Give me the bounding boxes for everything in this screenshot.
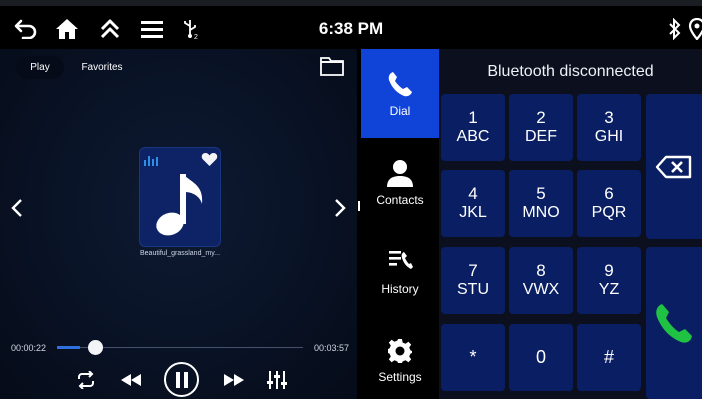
- duration-time: 00:03:57: [314, 343, 350, 353]
- favorite-heart-icon[interactable]: [201, 152, 218, 167]
- dial-key-letters: JKL: [459, 204, 487, 221]
- nav-history[interactable]: History: [361, 227, 439, 316]
- progress-bar[interactable]: [57, 340, 303, 355]
- gear-icon: [388, 338, 412, 363]
- call-history-icon: [389, 250, 413, 269]
- bluetooth-status: Bluetooth disconnected: [487, 63, 654, 80]
- elapsed-time: 00:00:22: [11, 343, 47, 353]
- status-bar: 2 6:38 PM: [0, 0, 702, 49]
- dial-key-number: 0: [535, 347, 546, 367]
- dial-key-letters: MNO: [522, 204, 560, 221]
- nav-dial-label: Dial: [389, 103, 411, 118]
- dial-key[interactable]: 5 MNO: [509, 170, 573, 237]
- dial-key-letters: PQR: [591, 204, 627, 221]
- dial-key[interactable]: 9 YZ: [577, 247, 641, 314]
- dial-key-letters: GHI: [594, 128, 624, 145]
- pause-icon[interactable]: [164, 362, 199, 397]
- album-art: [139, 147, 221, 247]
- call-button[interactable]: [646, 247, 702, 399]
- nav-history-label: History: [381, 281, 419, 296]
- dial-key[interactable]: *: [441, 324, 505, 391]
- music-note-icon: [156, 174, 203, 236]
- phone-dialer: Dial Contacts History Settings Bluetooth…: [361, 49, 702, 399]
- person-icon: [387, 159, 413, 187]
- progress-knob[interactable]: [87, 340, 103, 355]
- dial-key-letters: YZ: [598, 281, 620, 298]
- fast-forward-icon[interactable]: [221, 367, 247, 393]
- nav-settings-label: Settings: [378, 369, 422, 384]
- backspace-button[interactable]: [646, 94, 702, 239]
- tab-favorites[interactable]: Favorites: [74, 56, 130, 79]
- progress-fill: [57, 346, 80, 349]
- nav-settings[interactable]: Settings: [361, 316, 439, 399]
- media-player: Play Favorites Beautiful_grassland_my...…: [0, 49, 357, 399]
- dial-key[interactable]: 0: [509, 324, 573, 391]
- dial-key-letters: STU: [457, 281, 489, 298]
- equalizer-icon[interactable]: [264, 367, 290, 393]
- dial-key[interactable]: #: [577, 324, 641, 391]
- clock: 6:38 PM: [318, 19, 384, 38]
- dial-key-letters: DEF: [525, 128, 557, 145]
- nav-contacts[interactable]: Contacts: [361, 138, 439, 227]
- dial-key-number: #: [603, 347, 614, 367]
- dial-key-number: 4: [468, 184, 478, 203]
- dial-key-number: 5: [536, 184, 546, 203]
- call-phone-icon: [656, 304, 692, 343]
- rewind-icon[interactable]: [118, 367, 144, 393]
- dial-key-letters: VWX: [522, 281, 560, 298]
- repeat-icon[interactable]: [73, 367, 99, 393]
- nav-contacts-label: Contacts: [376, 192, 424, 207]
- dial-key-number: 1: [468, 108, 478, 127]
- track-title: Beautiful_grassland_my...: [139, 250, 221, 257]
- dial-key[interactable]: 3 GHI: [577, 94, 641, 161]
- dial-key-number: 2: [536, 108, 546, 127]
- previous-track-arrow-icon[interactable]: [10, 197, 26, 219]
- backspace-icon: [655, 155, 692, 178]
- dial-key[interactable]: 6 PQR: [577, 170, 641, 237]
- location-pin-icon: [684, 16, 702, 42]
- dial-key[interactable]: 1 ABC: [441, 94, 505, 161]
- dial-key[interactable]: 8 VWX: [509, 247, 573, 314]
- dial-key-letters: ABC: [456, 128, 490, 145]
- nav-dial[interactable]: Dial: [361, 49, 439, 138]
- dial-key-number: 9: [604, 261, 614, 280]
- dial-key[interactable]: 4 JKL: [441, 170, 505, 237]
- dial-key[interactable]: 2 DEF: [509, 94, 573, 161]
- dial-key-number: *: [469, 347, 477, 367]
- dial-key-number: 7: [468, 261, 478, 280]
- dial-key-number: 8: [536, 261, 546, 280]
- dial-key[interactable]: 7 STU: [441, 247, 505, 314]
- audio-level-icon: [144, 156, 158, 166]
- next-track-arrow-icon[interactable]: [333, 197, 349, 219]
- phone-icon: [388, 71, 412, 96]
- folder-icon[interactable]: [320, 56, 344, 81]
- dial-key-number: 6: [604, 184, 614, 203]
- phone-sidebar: Dial Contacts History Settings: [361, 49, 439, 399]
- tab-play[interactable]: Play: [16, 56, 64, 79]
- dial-key-number: 3: [604, 108, 614, 127]
